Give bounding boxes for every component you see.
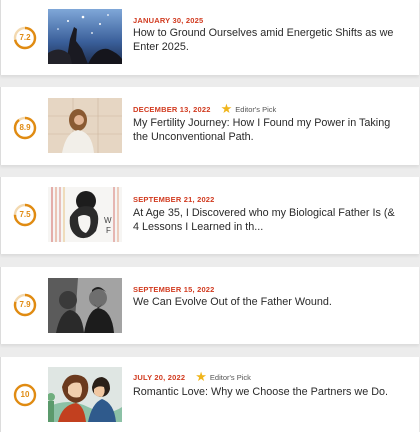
article-card[interactable]: 7.5 W F SEPTEMBER 21, 2022 At Age 35, I …	[0, 177, 419, 254]
article-date: JULY 20, 2022	[133, 372, 186, 382]
article-thumbnail[interactable]	[48, 278, 122, 333]
article-date: SEPTEMBER 15, 2022	[133, 284, 215, 294]
score-badge: 7.5	[13, 203, 37, 227]
article-meta: SEPTEMBER 15, 2022	[133, 283, 215, 295]
editors-pick-star-icon: ★	[220, 101, 233, 116]
article-meta: SEPTEMBER 21, 2022	[133, 193, 215, 205]
score-value: 8.9	[19, 123, 31, 132]
article-title[interactable]: My Fertility Journey: How I Found my Pow…	[133, 116, 403, 144]
article-thumbnail[interactable]	[48, 98, 122, 153]
article-thumbnail[interactable]: W F	[48, 187, 122, 242]
article-title[interactable]: Romantic Love: Why we Choose the Partner…	[133, 385, 403, 399]
score-value: 7.9	[19, 300, 31, 309]
article-meta: JANUARY 30, 2025	[133, 14, 203, 26]
article-title[interactable]: How to Ground Ourselves amid Energetic S…	[133, 26, 403, 54]
score-value: 7.5	[19, 210, 31, 219]
article-date: SEPTEMBER 21, 2022	[133, 194, 215, 204]
score-badge: 10	[13, 383, 37, 407]
article-thumbnail[interactable]	[48, 9, 122, 64]
score-badge: 8.9	[13, 116, 37, 140]
article-date: DECEMBER 13, 2022	[133, 104, 211, 114]
editors-pick-label: Editor's Pick	[209, 372, 251, 382]
article-thumbnail[interactable]	[48, 367, 122, 422]
article-card[interactable]: 7.9 SEPTEMBER 15, 2022 We Can Evolve Out…	[0, 267, 419, 344]
article-title[interactable]: At Age 35, I Discovered who my Biologica…	[133, 206, 403, 234]
score-badge: 7.2	[13, 26, 37, 50]
score-value: 10	[20, 390, 30, 399]
score-badge: 7.9	[13, 293, 37, 317]
svg-text:W: W	[104, 216, 112, 225]
editors-pick-star-icon: ★	[195, 369, 207, 384]
score-value: 7.2	[19, 33, 31, 42]
svg-text:F: F	[106, 226, 111, 235]
article-meta: JULY 20, 2022 ★ Editor's Pick	[133, 369, 251, 384]
editors-pick-label: Editor's Pick	[235, 104, 277, 114]
article-card[interactable]: 7.2 JANUARY 30, 2025 How to Ground Ourse…	[0, 0, 419, 75]
article-card[interactable]: 8.9 DECEMBER 13, 2022 ★ Editor's Pick My…	[0, 87, 419, 165]
article-card[interactable]: 10 JULY 20, 2022 ★ Editor's Pick Romanti…	[0, 357, 419, 432]
article-title[interactable]: We Can Evolve Out of the Father Wound.	[133, 295, 403, 309]
article-date: JANUARY 30, 2025	[133, 15, 204, 25]
article-meta: DECEMBER 13, 2022 ★ Editor's Pick	[133, 101, 277, 116]
article-list: 7.2 JANUARY 30, 2025 How to Ground Ourse…	[0, 0, 420, 432]
